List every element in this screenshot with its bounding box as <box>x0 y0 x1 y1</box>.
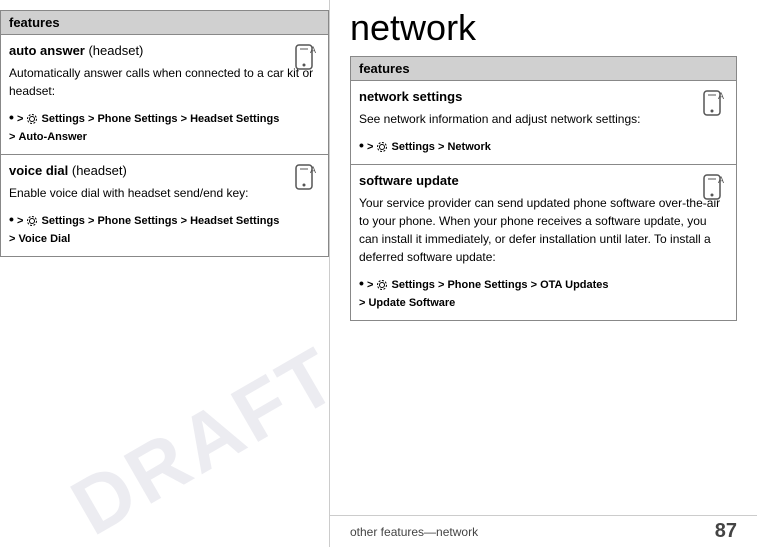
right-features-header: features <box>351 57 736 81</box>
settings-gear-icon-1 <box>26 113 38 125</box>
svg-text:A: A <box>310 165 316 175</box>
left-row-auto-answer: A auto answer (headset) Automatically an… <box>1 35 328 155</box>
page-container: features A auto answer (headset) Automat… <box>0 0 757 547</box>
software-update-title: software update <box>359 173 728 188</box>
voice-dial-title-bold: voice dial <box>9 163 68 178</box>
auto-answer-nav: • > Settings > Phone Settings > Headset … <box>9 106 320 146</box>
network-settings-nav: • > Settings > Network <box>359 134 728 157</box>
network-settings-desc: See network information and adjust netwo… <box>359 110 728 128</box>
footer-page-number: 87 <box>715 520 737 543</box>
right-row-software-update: A software update Your service provider … <box>351 165 736 320</box>
right-features-table: features A network settings See network … <box>350 56 737 322</box>
auto-answer-desc: Automatically answer calls when connecte… <box>9 64 320 100</box>
footer-bar: other features—network 87 <box>330 515 757 547</box>
settings-gear-icon-4 <box>376 279 388 291</box>
left-row-voice-dial: A voice dial (headset) Enable voice dial… <box>1 155 328 256</box>
voice-dial-icon: A <box>292 163 320 191</box>
svg-text:A: A <box>718 91 724 101</box>
software-update-desc: Your service provider can send updated p… <box>359 194 728 266</box>
footer-left-text: other features—network <box>350 525 478 539</box>
software-update-icon: A <box>700 173 728 201</box>
right-row-network-settings: A network settings See network informati… <box>351 81 736 166</box>
auto-answer-title: auto answer (headset) <box>9 43 320 58</box>
auto-answer-title-normal: (headset) <box>85 43 144 58</box>
svg-text:A: A <box>310 45 316 55</box>
left-features-header: features <box>1 11 328 35</box>
auto-answer-title-bold: auto answer <box>9 43 85 58</box>
voice-dial-title: voice dial (headset) <box>9 163 320 178</box>
left-features-table: features A auto answer (headset) Automat… <box>0 10 329 257</box>
page-title: network <box>350 8 747 48</box>
auto-answer-icon: A <box>292 43 320 71</box>
voice-dial-title-normal: (headset) <box>68 163 127 178</box>
network-settings-title: network settings <box>359 89 728 104</box>
settings-gear-icon-2 <box>26 215 38 227</box>
voice-dial-nav: • > Settings > Phone Settings > Headset … <box>9 208 320 248</box>
right-column: network features A network settings Se <box>330 0 757 547</box>
settings-gear-icon-3 <box>376 141 388 153</box>
software-update-nav: • > Settings > Phone Settings > OTA Upda… <box>359 272 728 312</box>
svg-text:A: A <box>718 175 724 185</box>
network-settings-icon: A <box>700 89 728 117</box>
left-column: features A auto answer (headset) Automat… <box>0 0 330 547</box>
voice-dial-desc: Enable voice dial with headset send/end … <box>9 184 320 202</box>
